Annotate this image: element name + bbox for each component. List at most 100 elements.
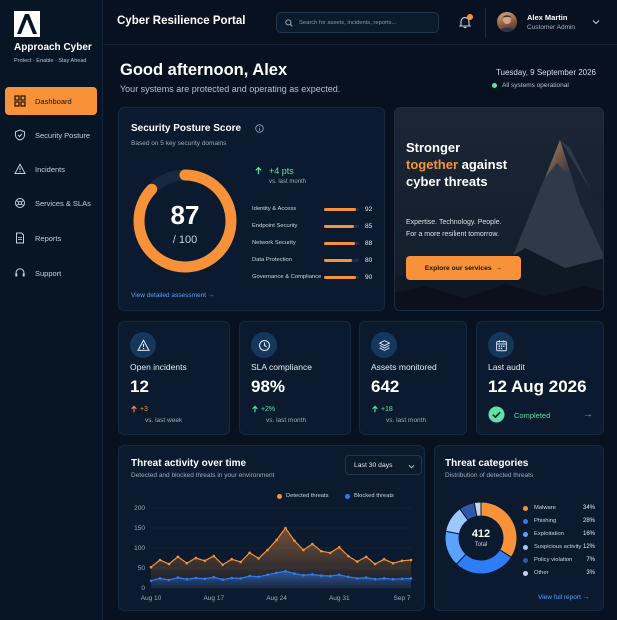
category-row: Malware 34% [523, 503, 595, 513]
page-subtitle: Your systems are protected and operating… [120, 84, 341, 94]
categories-subtitle: Distribution of detected threats [445, 472, 534, 479]
sla-compliance-card[interactable]: SLA compliance 98% +2% vs. last month [239, 321, 351, 435]
data-point [400, 559, 404, 563]
date-range-select[interactable]: Last 30 days [345, 455, 422, 475]
avatar-portrait-icon [500, 15, 514, 32]
domain-bar-fill [324, 224, 354, 228]
arrow-up-icon [131, 405, 137, 413]
arrow-up-icon [372, 405, 378, 413]
data-point [239, 560, 242, 564]
domain-bar-fill [324, 241, 355, 245]
data-point [302, 573, 305, 577]
category-color-dot [523, 518, 528, 524]
view-full-report-link[interactable]: View full report → [538, 594, 589, 601]
view-report-label: View full report [538, 594, 581, 601]
domain-bar-fill [324, 207, 357, 211]
domain-bar [324, 207, 359, 211]
stat-icon-circle [251, 332, 277, 358]
category-row: Exploitation 16% [523, 529, 595, 539]
data-point [311, 573, 314, 576]
data-point [248, 574, 251, 578]
stat-label: SLA compliance [251, 362, 312, 372]
document-icon [16, 232, 24, 244]
data-point [275, 571, 278, 575]
data-point [203, 559, 207, 563]
arrow-right-icon: → [495, 264, 503, 272]
data-point [293, 539, 296, 543]
data-point [266, 573, 269, 577]
domain-value: 88 [365, 239, 373, 247]
arrow-right-icon[interactable]: → [583, 409, 593, 420]
assets-monitored-card[interactable]: Assets monitored 642 +18 vs. last month [359, 321, 467, 435]
stat-label: Last audit [488, 362, 525, 372]
sidebar-item-incidents[interactable]: Incidents [5, 155, 97, 183]
info-icon[interactable] [255, 124, 264, 133]
y-tick-label: 0 [141, 585, 145, 592]
posture-delta-comparison: vs. last month [269, 179, 307, 185]
sidebar-item-support[interactable]: Support [5, 259, 97, 287]
stat-comparison: vs. last month [266, 417, 307, 424]
sidebar-item-dashboard[interactable]: Dashboard [5, 87, 97, 115]
domain-name: Governance & Compliance [252, 274, 322, 280]
view-assessment-link[interactable]: View detailed assessment → [131, 292, 214, 299]
domain-bar [324, 224, 359, 228]
threat-activity-chart: 0 50 100 150 200 Aug 10 Aug 17 Aug 24 Aug 31 Sep … [134, 505, 413, 602]
data-point [400, 577, 404, 581]
clock-icon [258, 339, 270, 351]
headset-icon [15, 268, 25, 277]
data-point [320, 574, 323, 577]
view-assessment-label: View detailed assessment [131, 292, 207, 299]
data-point [311, 542, 314, 546]
last-audit-card[interactable]: Last audit 12 Aug 2026 Completed → [476, 321, 604, 435]
warning-icon [136, 338, 150, 351]
data-point [203, 577, 207, 581]
current-date: Tuesday, 9 September 2026 [495, 68, 596, 77]
stat-delta-value: +2% [260, 405, 276, 413]
avatar[interactable] [497, 12, 517, 32]
data-point [167, 562, 171, 566]
legend-blocked: Blocked threats [345, 493, 394, 499]
brand-name: Approach Cyber [14, 42, 92, 53]
data-point [185, 561, 189, 565]
search-box[interactable] [276, 12, 439, 33]
domain-bar-fill [324, 275, 356, 279]
data-point [149, 565, 153, 569]
data-point [382, 557, 386, 561]
data-point [257, 557, 260, 560]
category-name: Other [534, 570, 549, 576]
domain-row: Endpoint Security 85 [252, 221, 376, 231]
arrow-up-icon [252, 405, 258, 413]
sidebar-item-label: Incidents [35, 164, 66, 174]
data-point [364, 576, 368, 579]
data-point [275, 538, 278, 542]
data-point [248, 551, 251, 555]
stat-label: Assets monitored [371, 362, 437, 372]
explore-services-button[interactable]: Explore our services → [406, 256, 521, 280]
domain-value: 90 [365, 273, 373, 281]
domain-bar-fill [324, 258, 352, 262]
sidebar-item-services-slas[interactable]: Services & SLAs [5, 189, 97, 217]
data-point [346, 554, 350, 558]
sidebar-item-security-posture[interactable]: Security Posture [5, 121, 97, 149]
category-name: Exploitation [534, 531, 564, 537]
category-percent: 16% [582, 531, 595, 537]
sidebar-item-label: Services & SLAs [35, 198, 91, 208]
search-input[interactable] [299, 19, 429, 26]
data-point [239, 577, 242, 580]
mountain-illustration [395, 108, 603, 310]
domain-row: Data Protection 80 [252, 255, 376, 265]
chevron-down-icon[interactable] [592, 18, 600, 26]
category-color-dot [523, 570, 528, 576]
sidebar-item-reports[interactable]: Reports [5, 224, 97, 252]
donut-total: 412 [471, 528, 491, 540]
data-point [320, 549, 323, 553]
domain-value: 85 [365, 222, 373, 230]
category-row: Other 3% [523, 568, 595, 578]
x-tick-label: Aug 17 [203, 595, 224, 602]
hero-title-line2: together against [406, 157, 507, 172]
data-point [176, 555, 180, 559]
data-point [391, 561, 395, 565]
category-color-dot [523, 531, 528, 537]
open-incidents-card[interactable]: Open incidents 12 +3 vs. last week [118, 321, 230, 435]
domain-bar [324, 241, 359, 245]
